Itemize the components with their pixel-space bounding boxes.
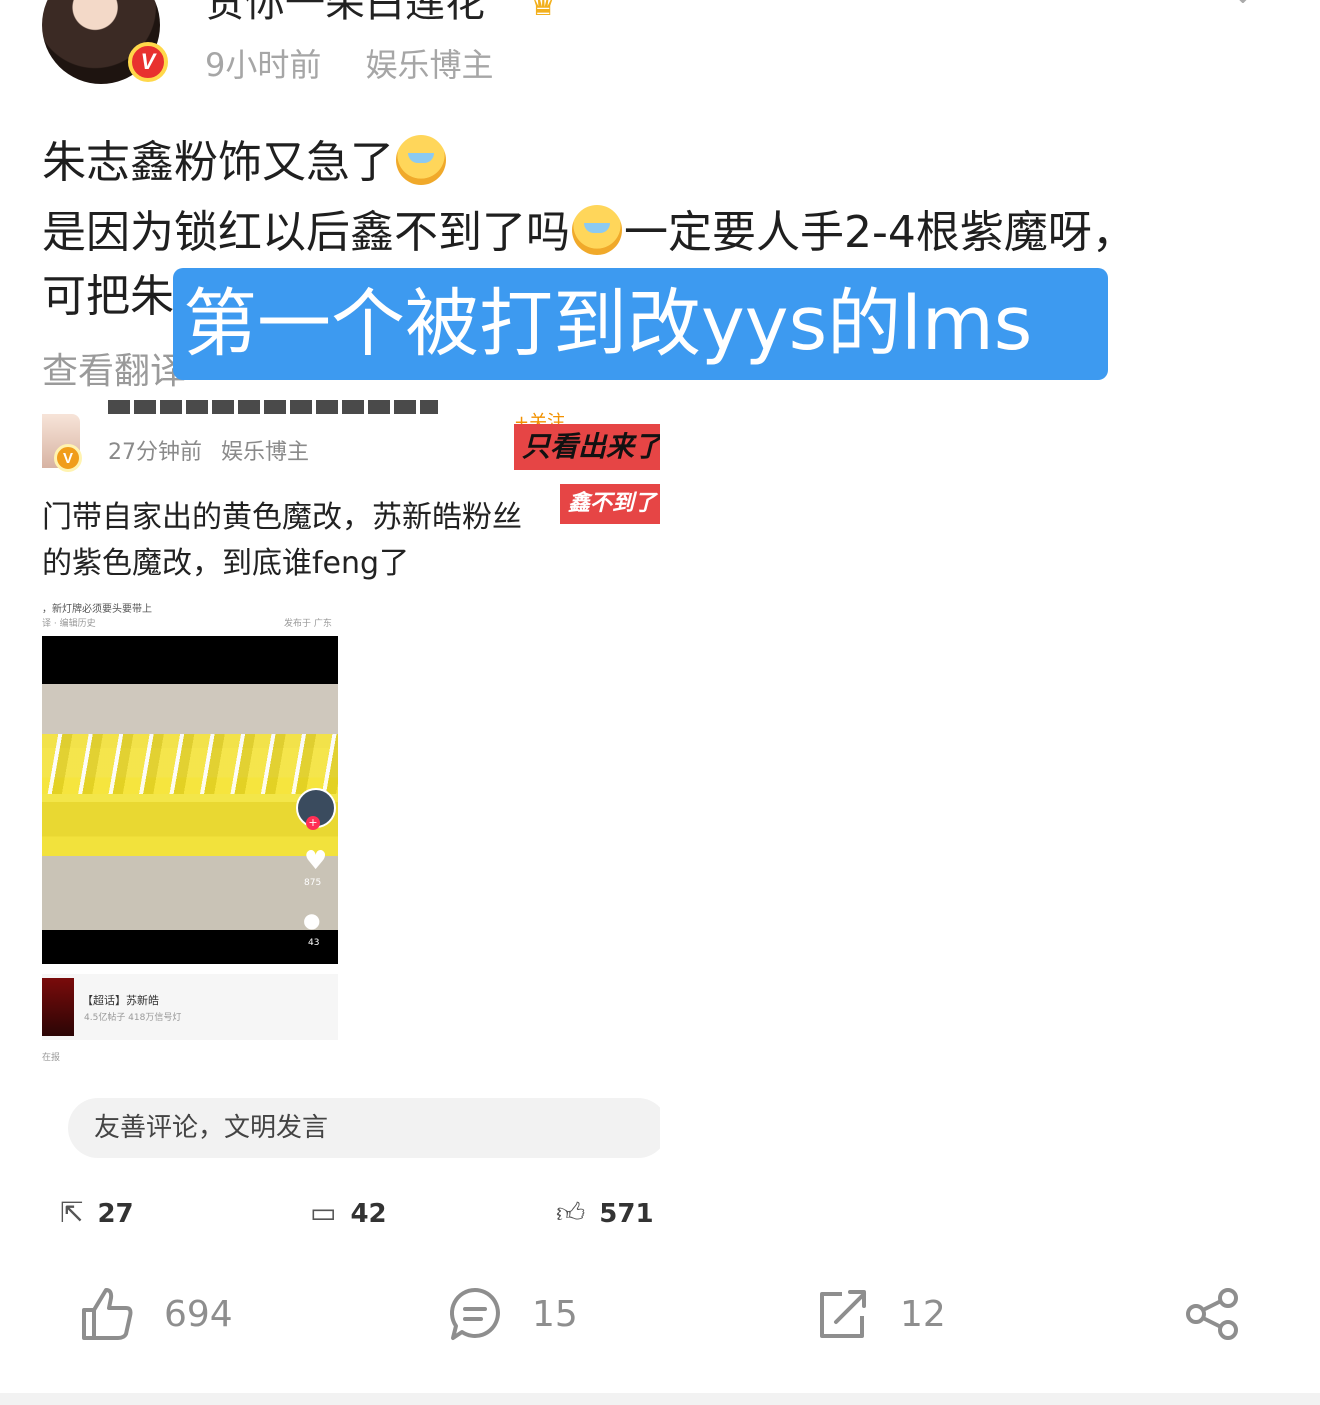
inner-footer-text: 在报 bbox=[42, 1053, 61, 1063]
embedded-author-name-cropped bbox=[108, 400, 438, 414]
share-icon bbox=[1186, 1288, 1238, 1340]
post-text: 一定要人手2-4根紫魔呀， bbox=[624, 207, 1136, 258]
embedded-like-count: 571 bbox=[599, 1199, 654, 1229]
embedded-like-action: 👍︎ 571 bbox=[556, 1196, 654, 1230]
embedded-text-line-1: 门带自家出的黄色魔改，苏新皓粉丝 bbox=[42, 500, 522, 535]
embedded-repost-count: 27 bbox=[97, 1199, 134, 1229]
post-meta: 9小时前 娱乐博主 bbox=[205, 40, 528, 86]
chevron-down-icon[interactable]: ⌄ bbox=[1232, 0, 1254, 10]
video-frame: + ♥ 875 ● 43 bbox=[42, 636, 338, 964]
like-button[interactable]: 694 bbox=[80, 1286, 233, 1342]
embedded-text-line-2: 的紫色魔改，到底谁feng了 bbox=[42, 546, 410, 581]
heart-icon: ♥ bbox=[304, 846, 328, 876]
embedded-time: 27分钟前 bbox=[108, 440, 202, 465]
topic-subtitle: 4.5亿帖子 418万信号灯 bbox=[84, 1013, 182, 1023]
divider bbox=[0, 1393, 1320, 1405]
comment-bubble-icon: ● bbox=[303, 908, 321, 932]
post-time: 9小时前 bbox=[205, 46, 322, 84]
translate-link[interactable]: 查看翻译 bbox=[42, 342, 186, 394]
author-role: 娱乐博主 bbox=[365, 46, 494, 84]
embedded-meta: 27分钟前 娱乐博主 bbox=[108, 434, 321, 466]
embedded-comment-count: 42 bbox=[350, 1199, 387, 1229]
post-text-line-3: 可把朱 bbox=[42, 275, 174, 319]
sticker-label: 鑫不到了 bbox=[560, 484, 660, 524]
post-text: 朱志鑫粉饰又急了 bbox=[42, 137, 394, 188]
post-text-line-2: 是因为锁红以后鑫不到了吗 一定要人手2-4根紫魔呀， bbox=[42, 205, 1136, 255]
repost-count: 12 bbox=[900, 1293, 946, 1335]
post-text: 是因为锁红以后鑫不到了吗 bbox=[42, 207, 570, 258]
crying-emoji-icon bbox=[396, 135, 446, 185]
embedded-comment-action: ▭ 42 bbox=[310, 1196, 387, 1229]
embedded-verified-badge: V bbox=[54, 444, 82, 472]
thumbs-up-icon: 👍︎ bbox=[556, 1196, 586, 1229]
share-button[interactable] bbox=[1184, 1286, 1270, 1342]
video-like-count: 875 bbox=[304, 878, 322, 888]
comment-icon: ▭ bbox=[310, 1196, 337, 1229]
video-scene-image bbox=[42, 684, 338, 930]
video-comment-count: 43 bbox=[308, 938, 320, 948]
sticker-label: 只看出来了 bbox=[514, 424, 660, 470]
embedded-repost-action: ⇱ 27 bbox=[60, 1196, 134, 1229]
embedded-comment-input: 友善评论，文明发言 bbox=[68, 1098, 660, 1158]
verified-badge: V bbox=[128, 42, 168, 82]
embedded-role: 娱乐博主 bbox=[221, 440, 310, 465]
topic-title: 【超话】苏新皓 bbox=[82, 994, 159, 1007]
comment-button[interactable]: 15 bbox=[448, 1286, 578, 1342]
comment-icon bbox=[450, 1287, 500, 1340]
embedded-screenshot[interactable]: V +关注 27分钟前 娱乐博主 只看出来了 门带自家出的黄色魔改，苏新皓粉丝 … bbox=[42, 400, 660, 1240]
crown-icon: ♛ bbox=[528, 0, 559, 24]
repost-icon bbox=[820, 1290, 866, 1338]
lightsticks-image bbox=[42, 734, 338, 794]
like-count: 694 bbox=[164, 1293, 233, 1335]
repost-icon: ⇱ bbox=[60, 1196, 84, 1229]
follow-plus-icon: + bbox=[306, 816, 320, 830]
author-name[interactable]: 贺你一朵白莲花 bbox=[205, 0, 485, 28]
post-text: 可把朱 bbox=[42, 271, 174, 322]
topic-thumbnail bbox=[42, 978, 74, 1036]
topic-card: 【超话】苏新皓 4.5亿帖子 418万信号灯 bbox=[42, 974, 338, 1040]
crying-emoji-icon bbox=[572, 205, 622, 255]
inner-screenshot: ，新灯牌必须要头要带上 译 · 编辑历史 发布于 广东 + ♥ 875 ● 43… bbox=[42, 600, 338, 1063]
overlay-caption-banner: 第一个被打到改yys的lms bbox=[173, 268, 1108, 380]
thumbs-up-icon bbox=[82, 1288, 133, 1340]
post-text-line-1: 朱志鑫粉饰又急了 bbox=[42, 135, 448, 185]
inner-location: 发布于 广东 bbox=[284, 619, 332, 629]
comment-count: 15 bbox=[532, 1293, 578, 1335]
inner-top-text: ，新灯牌必须要头要带上 bbox=[42, 604, 152, 615]
repost-button[interactable]: 12 bbox=[816, 1286, 946, 1342]
inner-sub-text: 译 · 编辑历史 bbox=[42, 619, 96, 629]
